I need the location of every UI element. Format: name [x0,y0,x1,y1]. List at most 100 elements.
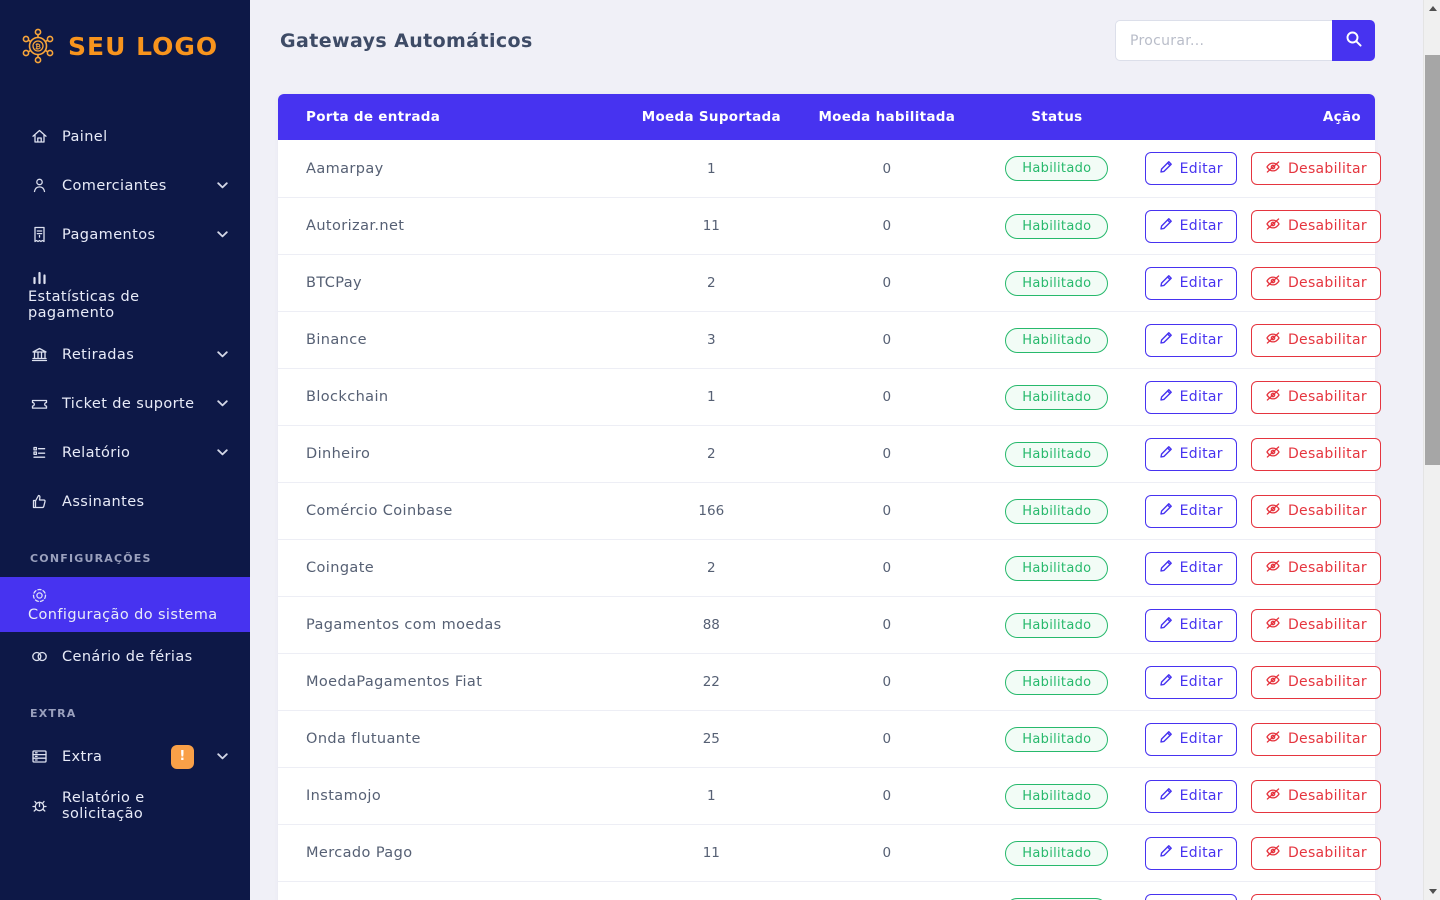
disable-button[interactable]: Desabilitar [1251,894,1381,900]
disable-button[interactable]: Desabilitar [1251,324,1381,357]
disable-button[interactable]: Desabilitar [1251,210,1381,243]
edit-button-label: Editar [1180,617,1223,633]
enabled-currency-count: 0 [805,218,970,234]
column-header-porta-de-entrada: Porta de entrada [278,109,618,125]
edit-button-label: Editar [1180,389,1223,405]
sidebar-item-cenario-de-ferias[interactable]: Cenário de férias [0,632,250,681]
table-body: Aamarpay 1 0 Habilitado Editar [278,140,1375,900]
chevron-down-icon [217,182,228,189]
enabled-currency-count: 0 [805,275,970,291]
sidebar-item-assinantes[interactable]: Assinantes [0,477,250,526]
disable-button[interactable]: Desabilitar [1251,780,1381,813]
edit-button-label: Editar [1180,731,1223,747]
table-row: MoedaPagamentos Fiat 22 0 Habilitado Edi… [278,653,1375,710]
disable-button[interactable]: Desabilitar [1251,552,1381,585]
sidebar-item-configuracao-do-sistema[interactable]: Configuração do sistema [0,577,250,632]
disable-button[interactable]: Desabilitar [1251,267,1381,300]
sidebar-item-label: Comerciantes [62,178,167,194]
enabled-currency-count: 0 [805,788,970,804]
supported-currency-count: 11 [618,845,804,861]
edit-button-label: Editar [1180,503,1223,519]
sidebar-item-estatisticas-de-pagamento[interactable]: Estatísticas de pagamento [0,259,250,330]
sidebar-item-ticket-de-suporte[interactable]: Ticket de suporte [0,379,250,428]
scroll-up-arrow-icon[interactable] [1424,0,1440,17]
eye-slash-icon [1265,673,1281,691]
disable-button-label: Desabilitar [1288,731,1367,747]
pencil-icon [1159,217,1173,235]
disable-button[interactable]: Desabilitar [1251,152,1381,185]
status-badge: Habilitado [1005,214,1108,239]
edit-button-label: Editar [1180,332,1223,348]
pencil-icon [1159,787,1173,805]
enabled-currency-count: 0 [805,161,970,177]
search-icon [1345,30,1363,51]
edit-button[interactable]: Editar [1145,381,1237,414]
status-badge: Habilitado [1005,613,1108,638]
supported-currency-count: 88 [618,617,804,633]
disable-button-label: Desabilitar [1288,275,1367,291]
sidebar-item-label: Relatório e solicitação [62,790,228,822]
pencil-icon [1159,274,1173,292]
table-row: Aamarpay 1 0 Habilitado Editar [278,140,1375,197]
sidebar-item-relatorio-e-solicitacao[interactable]: Relatório e solicitação [0,781,250,830]
eye-slash-icon [1265,274,1281,292]
edit-button-label: Editar [1180,218,1223,234]
chevron-down-icon [217,753,228,760]
gateway-name: Aamarpay [278,161,618,177]
sidebar-item-pagamentos[interactable]: Pagamentos [0,210,250,259]
chevron-down-icon [217,351,228,358]
disable-button[interactable]: Desabilitar [1251,438,1381,471]
thumbs-up-icon [30,492,49,511]
sidebar-nav-extra: Extra! Relatório e solicitação [0,732,250,830]
table-row: Instamojo 1 0 Habilitado Editar [278,767,1375,824]
search-button[interactable] [1332,20,1375,61]
disable-button[interactable]: Desabilitar [1251,609,1381,642]
disable-button[interactable]: Desabilitar [1251,837,1381,870]
scroll-down-arrow-icon[interactable] [1424,883,1440,900]
edit-button[interactable]: Editar [1145,552,1237,585]
gear-icon [30,586,49,605]
disable-button[interactable]: Desabilitar [1251,381,1381,414]
disable-button[interactable]: Desabilitar [1251,723,1381,756]
gateway-name: Binance [278,332,618,348]
edit-button[interactable]: Editar [1145,324,1237,357]
table-row: Coingate 2 0 Habilitado Editar [278,539,1375,596]
edit-button[interactable]: Editar [1145,780,1237,813]
eye-slash-icon [1265,160,1281,178]
search-input[interactable] [1115,20,1332,61]
edit-button[interactable]: Editar [1145,609,1237,642]
section-label-configuracoes: CONFIGURAÇÕES [0,552,250,565]
disable-button[interactable]: Desabilitar [1251,666,1381,699]
sidebar-item-extra[interactable]: Extra! [0,732,250,781]
disable-button-label: Desabilitar [1288,617,1367,633]
edit-button-label: Editar [1180,161,1223,177]
sidebar-item-label: Painel [62,129,108,145]
edit-button[interactable]: Editar [1145,666,1237,699]
edit-button[interactable]: Editar [1145,723,1237,756]
sidebar-item-retiradas[interactable]: Retiradas [0,330,250,379]
bar-chart-icon [30,268,49,287]
edit-button[interactable]: Editar [1145,267,1237,300]
sidebar-item-painel[interactable]: Painel [0,112,250,161]
logo[interactable]: ₿ SEU LOGO [0,0,250,76]
sidebar-item-relatorio[interactable]: Relatório [0,428,250,477]
edit-button[interactable]: Editar [1145,152,1237,185]
disable-button-label: Desabilitar [1288,218,1367,234]
edit-button[interactable]: Editar [1145,438,1237,471]
edit-button[interactable]: Editar [1145,837,1237,870]
pencil-icon [1159,388,1173,406]
vertical-scrollbar[interactable] [1423,0,1440,900]
edit-button[interactable]: Editar [1145,210,1237,243]
disable-button[interactable]: Desabilitar [1251,495,1381,528]
eye-slash-icon [1265,730,1281,748]
edit-button[interactable]: Editar [1145,894,1237,900]
sidebar-item-comerciantes[interactable]: Comerciantes [0,161,250,210]
table-header-row: Porta de entrada Moeda Suportada Moeda h… [278,94,1375,140]
chevron-down-icon [217,400,228,407]
status-badge: Habilitado [1005,385,1108,410]
column-header-moeda-habilitada: Moeda habilitada [805,109,970,125]
edit-button[interactable]: Editar [1145,495,1237,528]
sidebar-item-label: Extra [62,749,102,765]
table-row: Pagamentos com moedas 88 0 Habilitado Ed… [278,596,1375,653]
scrollbar-thumb[interactable] [1425,55,1440,465]
